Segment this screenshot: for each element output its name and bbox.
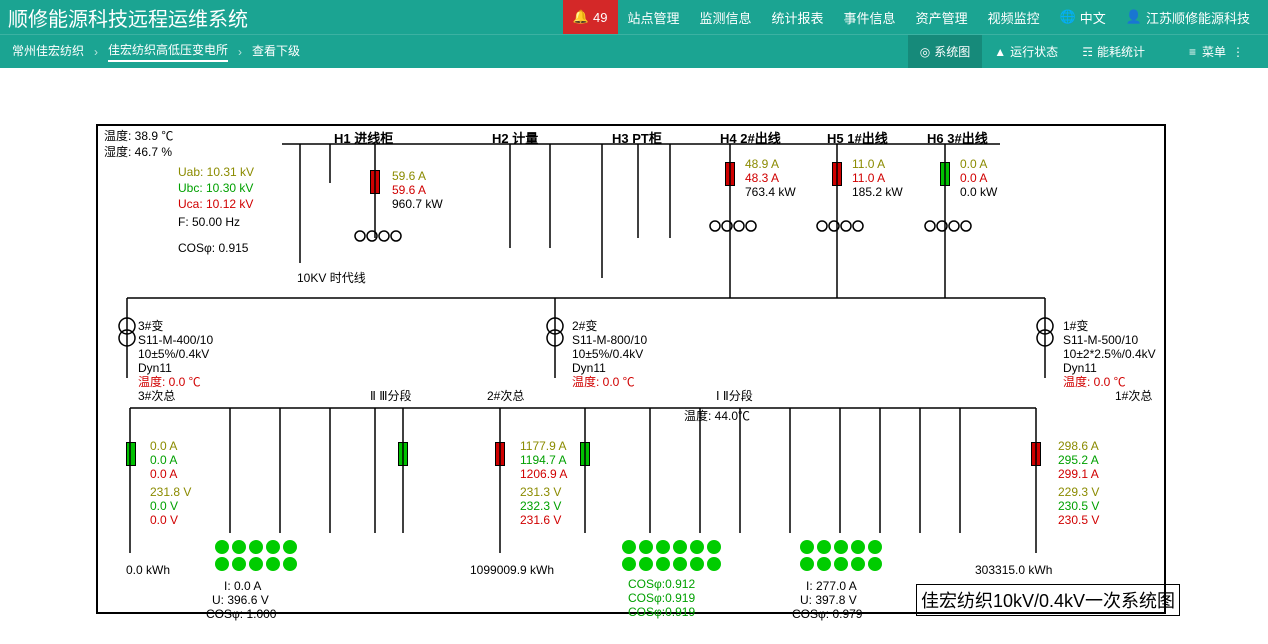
bar-icon: ☶ xyxy=(1082,45,1093,59)
user-button[interactable]: 👤江苏顺修能源科技 xyxy=(1116,0,1260,34)
nav-report[interactable]: 统计报表 xyxy=(762,0,834,34)
status-dots-2 xyxy=(622,540,721,571)
f3-ic: 0.0 A xyxy=(150,466,177,482)
h6-breaker[interactable] xyxy=(940,162,950,186)
tab-run[interactable]: ▲运行状态 xyxy=(982,35,1070,69)
chevron-right-icon: › xyxy=(238,45,242,59)
m1-c: COSφ: 1.000 xyxy=(206,606,276,622)
h3-title: H3 PT柜 xyxy=(612,128,662,147)
f2-ic: 1206.9 A xyxy=(520,466,567,482)
m2-c3: COSφ:0.919 xyxy=(628,604,695,620)
temp-label: 温度: 38.9 ℃ xyxy=(104,128,173,144)
f1-vc: 230.5 V xyxy=(1058,512,1099,528)
f2-breaker[interactable] xyxy=(495,442,505,466)
uab: Uab: 10.31 kV xyxy=(178,164,254,180)
bc-2[interactable]: 佳宏纺织高低压变电所 xyxy=(108,41,228,62)
nav-event[interactable]: 事件信息 xyxy=(834,0,906,34)
breadcrumb: 常州佳宏纺织 › 佳宏纺织高低压变电所 › 查看下级 xyxy=(12,41,300,62)
app-title: 顺修能源科技远程运维系统 xyxy=(8,3,248,32)
ubc: Ubc: 10.30 kV xyxy=(178,180,253,196)
f1-breaker[interactable] xyxy=(1031,442,1041,466)
x2-t: 温度: 0.0 ℃ xyxy=(572,374,635,390)
f1-kwh: 303315.0 kWh xyxy=(975,562,1052,578)
tab-system[interactable]: ◎系统图 xyxy=(908,35,983,69)
uca: Uca: 10.12 kV xyxy=(178,196,253,212)
header: 顺修能源科技远程运维系统 🔔49 站点管理 监测信息 统计报表 事件信息 资产管… xyxy=(0,0,1268,34)
nav-video[interactable]: 视频监控 xyxy=(978,0,1050,34)
seg23: Ⅱ Ⅲ分段 xyxy=(370,388,412,404)
subheader: 常州佳宏纺织 › 佳宏纺织高低压变电所 › 查看下级 ◎系统图 ▲运行状态 ☶能… xyxy=(0,34,1268,68)
user-icon: 👤 xyxy=(1126,9,1142,25)
h4-title: H4 2#出线 xyxy=(720,128,781,147)
x2-sub: 2#次总 xyxy=(487,388,524,404)
status-dots-3 xyxy=(800,540,882,571)
f3-kwh: 0.0 kWh xyxy=(126,562,170,578)
m3-c: COSφ: 0.979 xyxy=(792,606,862,622)
cosphi: COSφ: 0.915 xyxy=(178,240,248,256)
nav-asset[interactable]: 资产管理 xyxy=(906,0,978,34)
seg-breaker-a[interactable] xyxy=(580,442,590,466)
temp44: 温度: 44.0℃ xyxy=(684,408,750,424)
f2-vc: 231.6 V xyxy=(520,512,561,528)
nav-monitor[interactable]: 监测信息 xyxy=(690,0,762,34)
freq: F: 50.00 Hz xyxy=(178,214,240,230)
h5-kw: 185.2 kW xyxy=(852,184,903,200)
h4-breaker[interactable] xyxy=(725,162,735,186)
hamburger-icon: ≡ xyxy=(1189,45,1196,59)
diagram-title: 佳宏纺织10kV/0.4kV一次系统图 xyxy=(916,584,1180,616)
globe-icon: 🌐 xyxy=(1060,9,1076,25)
h1-kw: 960.7 kW xyxy=(392,196,443,212)
h2-title: H2 计量 xyxy=(492,128,538,147)
menu-button[interactable]: ≡菜单⋮ xyxy=(1177,43,1256,60)
alert-button[interactable]: 🔔49 xyxy=(563,0,618,34)
h5-breaker[interactable] xyxy=(832,162,842,186)
seg12: Ⅰ Ⅱ分段 xyxy=(716,388,753,404)
lang-button[interactable]: 🌐中文 xyxy=(1050,0,1116,34)
chevron-right-icon: › xyxy=(94,45,98,59)
f3-vc: 0.0 V xyxy=(150,512,178,528)
h5-title: H5 1#出线 xyxy=(827,128,888,147)
target-icon: ◎ xyxy=(920,45,930,59)
nav-site[interactable]: 站点管理 xyxy=(618,0,690,34)
h1-breaker[interactable] xyxy=(370,170,380,194)
x1-sub: 1#次总 xyxy=(1115,388,1152,404)
bell-icon: 🔔 xyxy=(573,9,589,25)
tab-energy[interactable]: ☶能耗统计 xyxy=(1070,35,1157,69)
x3-sub: 3#次总 xyxy=(138,388,175,404)
f1-ic: 299.1 A xyxy=(1058,466,1099,482)
status-dots-1 xyxy=(215,540,297,571)
bc-1[interactable]: 常州佳宏纺织 xyxy=(12,42,84,61)
h1-title: H1 进线柜 xyxy=(334,128,393,147)
h4-kw: 763.4 kW xyxy=(745,184,796,200)
more-icon: ⋮ xyxy=(1232,45,1244,59)
hum-label: 湿度: 46.7 % xyxy=(104,144,172,160)
h6-title: H6 3#出线 xyxy=(927,128,988,147)
bus-label: 10KV 时代线 xyxy=(297,270,366,286)
subtabs: ◎系统图 ▲运行状态 ☶能耗统计 ≡菜单⋮ xyxy=(908,35,1256,69)
f3-breaker[interactable] xyxy=(126,442,136,466)
h6-kw: 0.0 kW xyxy=(960,184,997,200)
f2b-breaker[interactable] xyxy=(398,442,408,466)
f2-kwh: 1099009.9 kWh xyxy=(470,562,554,578)
diagram-canvas: 温度: 38.9 ℃ 湿度: 46.7 % Uab: 10.31 kV Ubc:… xyxy=(0,68,1268,644)
bc-3[interactable]: 查看下级 xyxy=(252,42,300,61)
triangle-icon: ▲ xyxy=(994,45,1006,59)
